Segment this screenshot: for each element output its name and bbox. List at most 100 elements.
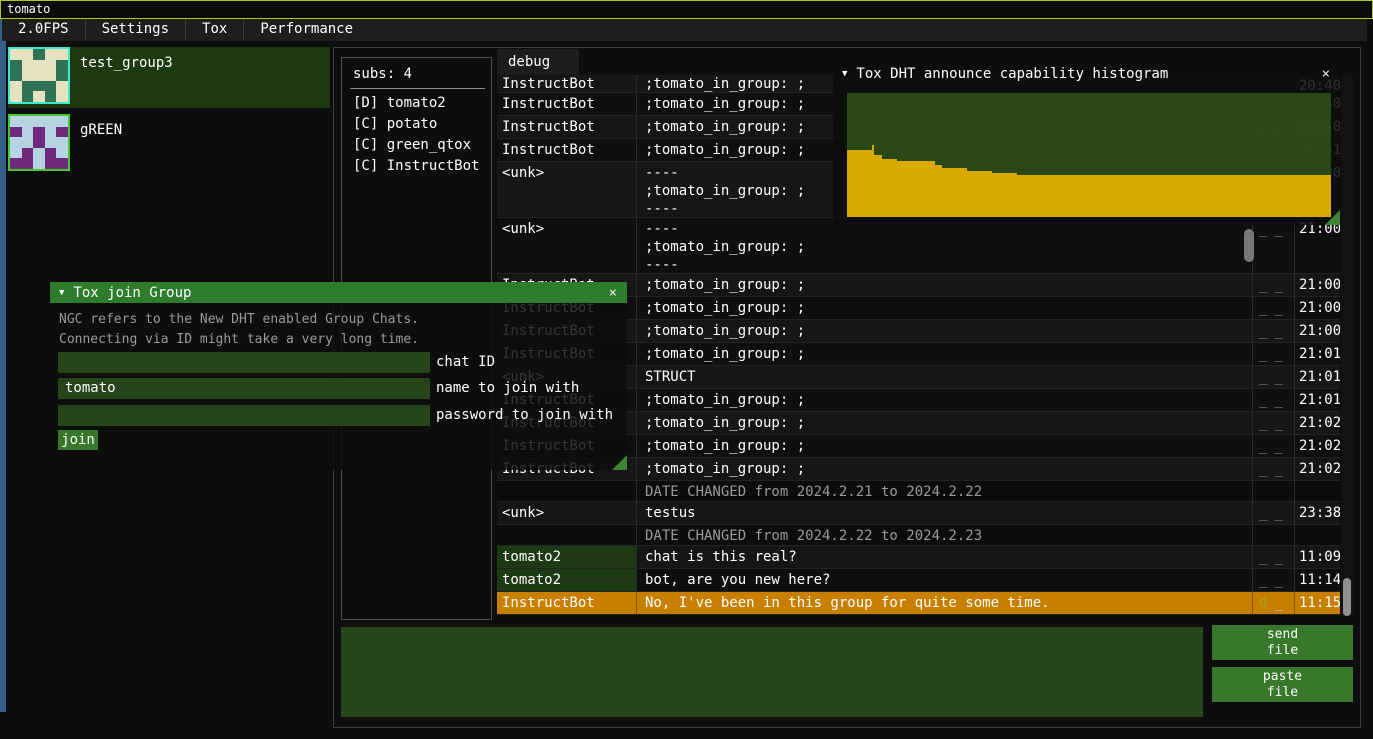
close-icon[interactable]: × [1322,66,1340,82]
avatar-pixel [56,116,68,127]
message-text: ;tomato_in_group: ; [637,389,1253,411]
avatar-pixel [45,91,57,102]
message-row[interactable]: <unk>---- ;tomato_in_group: ; ----__21:0… [497,218,1340,274]
avatar-pixel [33,127,45,138]
tox-join-group-dialog[interactable]: ▼ Tox join Group × NGC refers to the New… [50,282,627,470]
dht-histogram-title: Tox DHT announce capability histogram [856,66,1168,82]
avatar-pixel [45,137,57,148]
avatar-pixel [33,116,45,127]
join-password-field[interactable] [58,405,430,426]
message-flags [1253,525,1295,545]
message-flags: __ [1253,343,1295,365]
message-inline-scrollbar-thumb[interactable] [1244,229,1254,262]
date-separator-row[interactable]: DATE CHANGED from 2024.2.21 to 2024.2.22 [497,481,1340,502]
sidebar-group-test_group3[interactable]: test_group3 [8,47,330,108]
menu-item-settings[interactable]: Settings [86,19,185,41]
message-text: chat is this real? [637,546,1253,568]
avatar-pixel [56,60,68,71]
avatar-pixel [10,81,22,92]
message-timestamp: 21:00 [1295,297,1340,319]
message-flag: _ [1274,571,1282,591]
subs-list: [D] tomato2[C] potato[C] green_qtox[C] I… [342,93,491,177]
message-flag: _ [1259,571,1267,591]
message-row[interactable]: InstructBotNo, I've been in this group f… [497,592,1340,615]
message-flags: __ [1253,366,1295,388]
message-row[interactable]: <unk>testus__23:38 [497,502,1340,525]
message-flag: _ [1259,548,1267,568]
chat-id-field[interactable] [58,352,430,373]
message-timestamp: 21:01 [1295,389,1340,411]
message-text: ;tomato_in_group: ; [637,412,1253,434]
message-text: bot, are you new here? [637,569,1253,591]
menu-item-tox[interactable]: Tox [186,19,243,41]
join-dialog-description: Connecting via ID might take a very long… [59,332,419,347]
message-sender [497,481,637,501]
chat-scrollbar-thumb[interactable] [1343,578,1351,616]
message-text: ;tomato_in_group: ; [637,435,1253,457]
message-flags: __ [1253,320,1295,342]
subs-member: [C] InstructBot [342,156,491,177]
message-timestamp: 11:15 [1295,592,1340,614]
avatar-pixel [10,49,22,60]
sidebar-group-gREEN[interactable]: gREEN [8,114,330,171]
avatar-pixel [45,116,57,127]
message-input[interactable] [341,627,1203,717]
message-flag: _ [1274,594,1282,614]
avatar-pixel [45,148,57,159]
avatar-pixel [56,49,68,60]
message-text: ;tomato_in_group: ; [637,274,1253,296]
message-flag: _ [1274,345,1282,365]
message-flag: _ [1259,299,1267,319]
menu-item-performance[interactable]: Performance [244,19,369,41]
window-titlebar[interactable]: tomato [0,0,1373,19]
avatar-pixel [33,158,45,169]
message-timestamp [1295,525,1340,545]
avatar-pixel [10,148,22,159]
avatar-pixel [33,49,45,60]
message-sender: <unk> [497,502,637,524]
window-title: tomato [7,2,50,16]
message-sender: <unk> [497,162,637,217]
message-row[interactable]: tomato2chat is this real?__11:09 [497,546,1340,569]
avatar-pixel [45,127,57,138]
avatar-pixel [33,137,45,148]
join-button[interactable]: join [58,430,98,450]
avatar-pixel [56,81,68,92]
collapse-arrow-icon[interactable]: ▼ [50,288,73,298]
message-sender: tomato2 [497,569,637,591]
message-text: ---- ;tomato_in_group: ; ---- [637,218,1253,273]
message-flag: _ [1259,460,1267,480]
collapse-arrow-icon[interactable]: ▼ [833,69,856,79]
message-flag: _ [1259,345,1267,365]
send-file-button[interactable]: send file [1212,625,1353,660]
message-flag: _ [1259,414,1267,434]
dht-histogram-titlebar: ▼ Tox DHT announce capability histogram … [833,63,1340,85]
join-name-field[interactable]: tomato [58,378,430,399]
avatar-pixel [56,70,68,81]
message-timestamp: 21:02 [1295,412,1340,434]
message-flags: d_ [1253,592,1295,614]
message-flag: _ [1259,504,1267,524]
resize-grip[interactable] [612,455,627,470]
message-flag: _ [1274,299,1282,319]
message-flag: d [1259,594,1267,614]
message-flag: _ [1259,437,1267,457]
dht-histogram-window[interactable]: ▼ Tox DHT announce capability histogram … [833,63,1340,225]
menu-bar: 2.0FPS SettingsToxPerformance [2,19,1367,41]
avatar-pixel [22,148,34,159]
message-row[interactable]: tomato2bot, are you new here?__11:14 [497,569,1340,592]
message-timestamp [1295,481,1340,501]
close-icon[interactable]: × [609,285,627,301]
chat-scrollbar[interactable] [1341,75,1353,616]
join-dialog-description: NGC refers to the New DHT enabled Group … [59,312,419,327]
date-separator-row[interactable]: DATE CHANGED from 2024.2.22 to 2024.2.23 [497,525,1340,546]
resize-grip[interactable] [1325,210,1340,225]
message-sender: InstructBot [497,75,637,92]
paste-file-button[interactable]: paste file [1212,667,1353,702]
avatar-pixel [45,49,57,60]
message-text: ;tomato_in_group: ; [637,343,1253,365]
message-flags: __ [1253,274,1295,296]
tab-debug[interactable]: debug [497,49,579,75]
message-flag: _ [1259,276,1267,296]
chat-id-label: chat ID [436,352,495,373]
